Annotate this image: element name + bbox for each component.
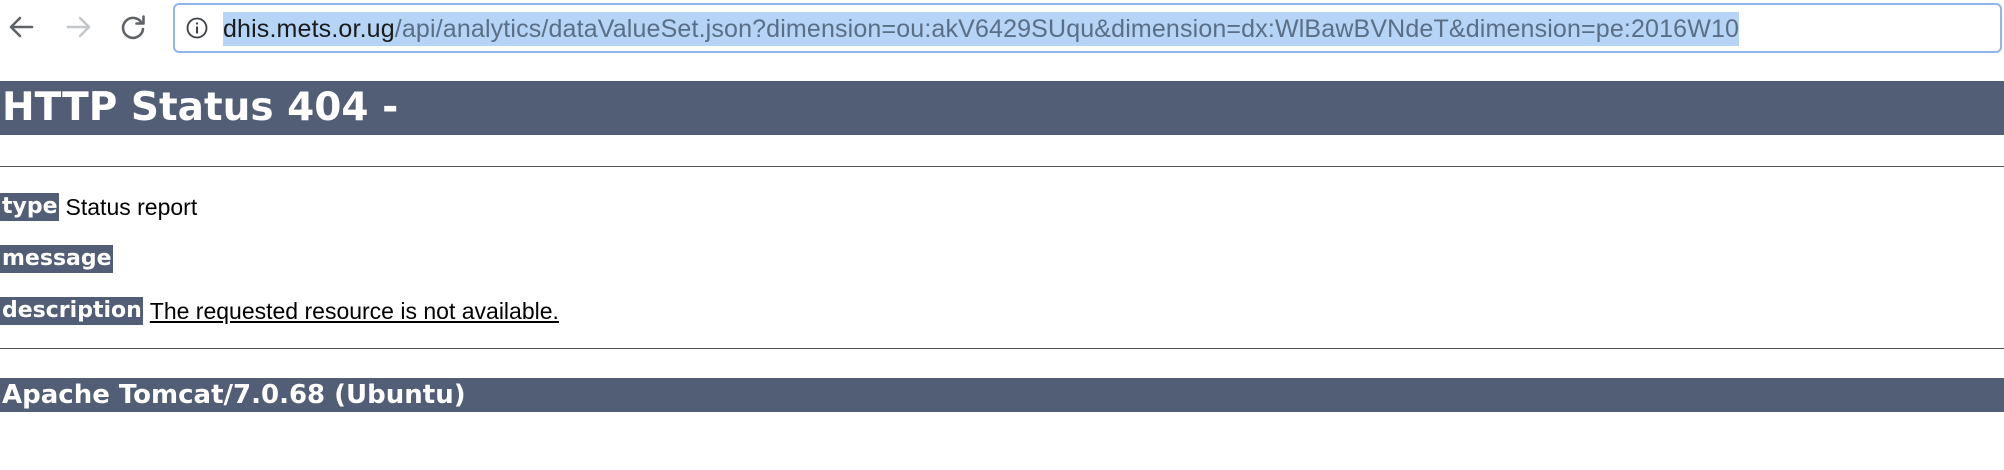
- page-title: HTTP Status 404 -: [0, 81, 2004, 135]
- url-path: /api/analytics/dataValueSet.json?dimensi…: [394, 15, 1740, 43]
- arrow-right-icon: [66, 16, 91, 38]
- info-circle-icon[interactable]: [186, 17, 208, 39]
- browser-toolbar: dhis.mets.or.ug/api/analytics/dataValueS…: [0, 0, 2004, 56]
- page-content: HTTP Status 404 - type Status report mes…: [0, 56, 2004, 470]
- field-value-type: Status report: [65, 193, 198, 220]
- server-footer: Apache Tomcat/7.0.68 (Ubuntu): [0, 378, 2004, 412]
- forward-button[interactable]: [60, 8, 98, 46]
- url-text[interactable]: dhis.mets.or.ug/api/analytics/dataValueS…: [223, 12, 1740, 46]
- field-label-type: type: [0, 193, 59, 221]
- arrow-left-icon: [9, 16, 34, 38]
- field-row-type: type Status report: [0, 192, 197, 222]
- url-host: dhis.mets.or.ug: [223, 15, 395, 43]
- divider: [0, 166, 2004, 167]
- reload-button[interactable]: [114, 8, 152, 46]
- field-row-message: message: [0, 244, 120, 274]
- reload-icon: [121, 15, 145, 40]
- address-bar[interactable]: dhis.mets.or.ug/api/analytics/dataValueS…: [173, 3, 2002, 53]
- field-value-description: The requested resource is not available.: [149, 297, 559, 324]
- field-row-description: description The requested resource is no…: [0, 296, 559, 326]
- back-button[interactable]: [2, 8, 40, 46]
- divider: [0, 348, 2004, 349]
- field-label-description: description: [0, 297, 143, 325]
- field-label-message: message: [0, 245, 113, 273]
